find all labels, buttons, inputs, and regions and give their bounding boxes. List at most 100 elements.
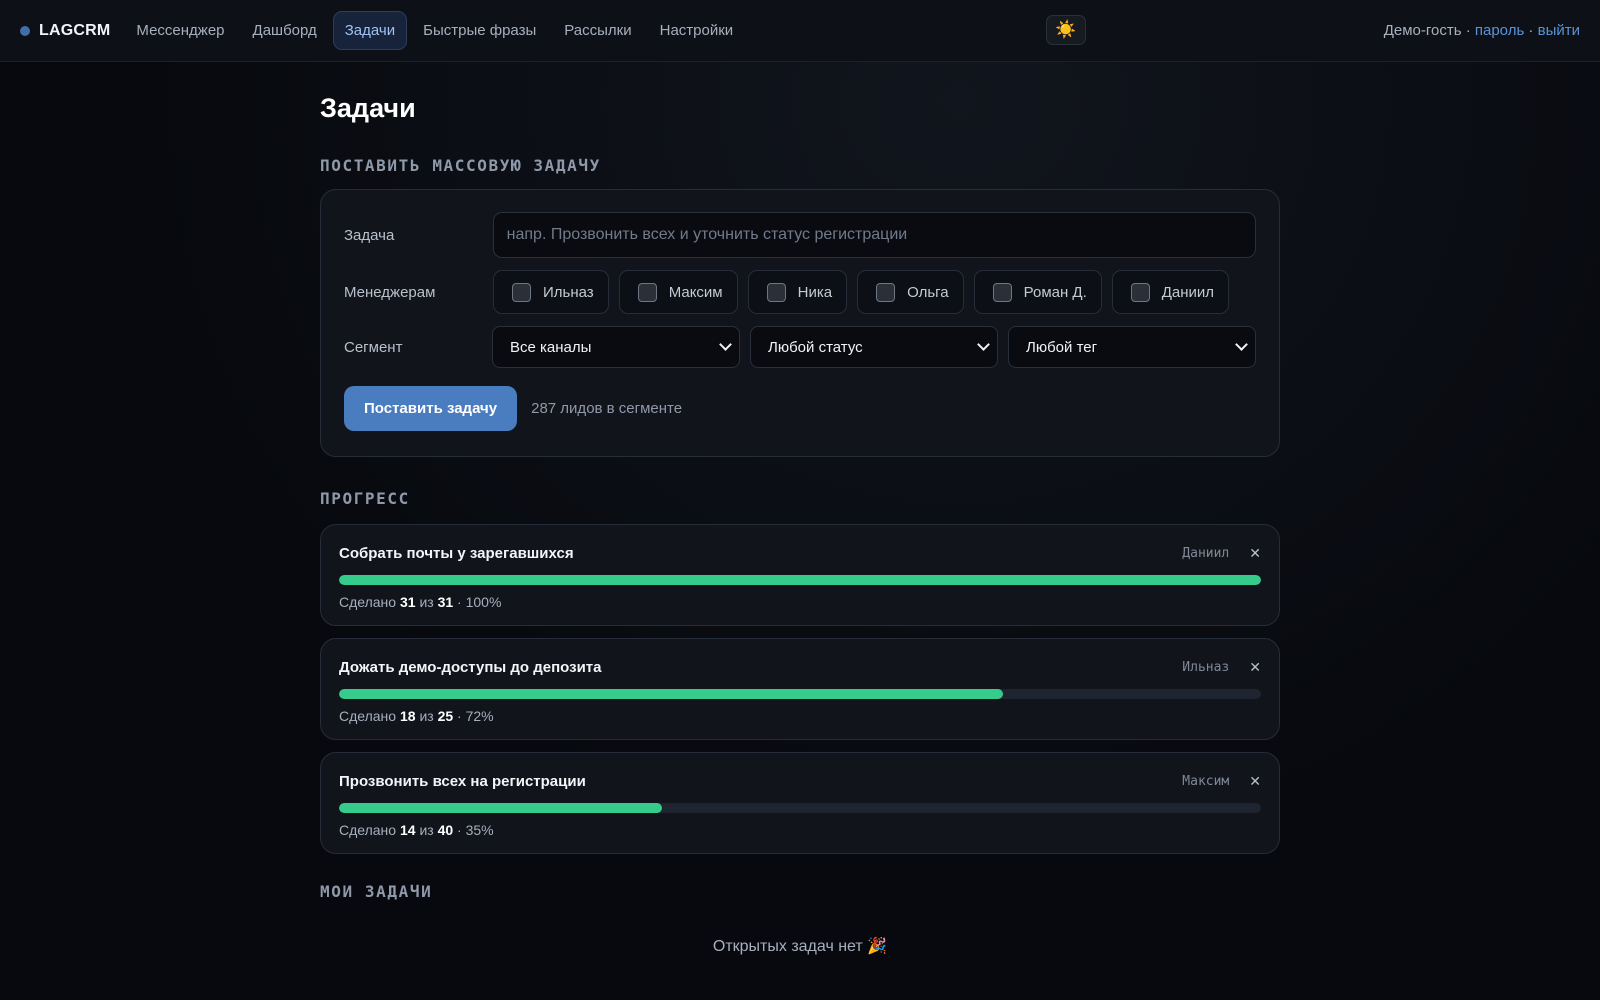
progress-stats: Сделано 18 из 25 · 72%	[339, 708, 494, 724]
theme-toggle-button[interactable]: ☀️	[1046, 15, 1086, 45]
nav-item-mailings[interactable]: Рассылки	[552, 11, 643, 50]
manager-name: Роман Д.	[1023, 283, 1087, 301]
manager-checkbox[interactable]: Ильназ	[493, 270, 609, 314]
nav-item-messenger[interactable]: Мессенджер	[124, 11, 236, 50]
close-icon[interactable]: ✕	[1249, 773, 1261, 790]
close-icon[interactable]: ✕	[1249, 545, 1261, 562]
user-name: Демо-гость	[1383, 22, 1462, 39]
nav-item-tasks[interactable]: Задачи	[332, 11, 408, 50]
done-count: 18	[399, 708, 416, 724]
checkbox-icon[interactable]	[1130, 282, 1150, 302]
segment-row: Сегмент Все каналы Любой статус Любой те…	[344, 326, 1256, 368]
manager-checkbox[interactable]: Роман Д.	[973, 270, 1102, 314]
progress-task-title: Дожать демо-доступы до депозита	[339, 658, 602, 676]
manager-name: Ильназ	[543, 283, 594, 301]
done-prefix: Сделано	[339, 594, 397, 610]
checkbox-icon[interactable]	[766, 282, 786, 302]
manager-name: Максим	[668, 283, 723, 301]
progress-percent: 100%	[465, 594, 502, 610]
brand-name: LAGCRM	[39, 21, 111, 39]
progress-stats: Сделано 31 из 31 · 100%	[339, 594, 502, 610]
manager-checkbox[interactable]: Даниил	[1111, 270, 1230, 314]
channel-select-value: Все каналы	[510, 338, 592, 356]
segment-count: 287 лидов в сегменте	[531, 400, 683, 417]
of-word: из	[419, 708, 434, 724]
page-title: Задачи	[320, 93, 416, 123]
manager-name: Ольга	[907, 283, 949, 301]
user-menu: Демо-гость · пароль · выйти	[1384, 22, 1580, 39]
mass-task-section-title: ПОСТАВИТЬ МАССОВУЮ ЗАДАЧУ	[320, 156, 601, 175]
total-count: 25	[437, 708, 454, 724]
brand-logo[interactable]: LAGCRM	[20, 22, 110, 40]
progress-task-title: Прозвонить всех на регистрации	[339, 772, 586, 790]
progress-section-title: ПРОГРЕСС	[320, 489, 410, 508]
of-word: из	[419, 594, 434, 610]
logout-link[interactable]: выйти	[1538, 22, 1580, 39]
progress-assignee: Ильназ	[1182, 659, 1230, 675]
my-tasks-section-title: МОИ ЗАДАЧИ	[320, 882, 433, 901]
tag-select-value: Любой тег	[1026, 338, 1098, 356]
close-icon[interactable]: ✕	[1249, 659, 1261, 676]
done-count: 31	[399, 594, 416, 610]
mass-task-form: Задача Менеджерам Ильназ Максим Ника Оль…	[320, 189, 1280, 457]
nav-item-quick-phrases[interactable]: Быстрые фразы	[411, 11, 548, 50]
done-count: 14	[399, 822, 416, 838]
progress-percent: 35%	[465, 822, 494, 838]
managers-label: Менеджерам	[344, 283, 436, 301]
empty-state: Открытых задач нет 🎉	[712, 938, 888, 955]
status-select[interactable]: Любой статус	[750, 326, 998, 368]
progress-bar	[339, 803, 1261, 813]
chevron-down-icon	[977, 338, 990, 351]
chevron-down-icon	[1235, 338, 1248, 351]
progress-list: Собрать почты у зарегавшихся Даниил ✕ Сд…	[320, 524, 1280, 854]
manager-name: Ника	[797, 283, 833, 301]
separator: ·	[1461, 22, 1475, 39]
chevron-down-icon	[719, 338, 732, 351]
progress-stats: Сделано 14 из 40 · 35%	[339, 822, 494, 838]
progress-bar-fill	[339, 689, 1003, 699]
progress-percent: 72%	[465, 708, 494, 724]
progress-bar-fill	[339, 575, 1261, 585]
submit-task-button[interactable]: Поставить задачу	[344, 386, 518, 431]
progress-bar-fill	[339, 803, 662, 813]
progress-card: Прозвонить всех на регистрации Максим ✕ …	[320, 752, 1280, 854]
total-count: 31	[437, 594, 454, 610]
task-input[interactable]	[492, 212, 1256, 258]
submit-row: Поставить задачу 287 лидов в сегменте	[344, 386, 1256, 431]
progress-bar	[339, 575, 1261, 585]
of-word: из	[419, 822, 434, 838]
progress-task-title: Собрать почты у зарегавшихся	[339, 544, 574, 562]
managers-checkboxes: Ильназ Максим Ника Ольга Роман Д. Даниил	[493, 270, 1230, 314]
task-row: Задача	[344, 212, 1256, 258]
manager-checkbox[interactable]: Максим	[618, 270, 738, 314]
manager-name: Даниил	[1161, 283, 1215, 301]
main-nav: Мессенджер Дашборд Задачи Быстрые фразы …	[124, 11, 745, 50]
managers-row: Менеджерам Ильназ Максим Ника Ольга Рома…	[344, 270, 1256, 314]
nav-item-dashboard[interactable]: Дашборд	[241, 11, 329, 50]
checkbox-icon[interactable]	[992, 282, 1012, 302]
progress-card: Собрать почты у зарегавшихся Даниил ✕ Сд…	[320, 524, 1280, 626]
sun-icon: ☀️	[1055, 20, 1077, 39]
checkbox-icon[interactable]	[876, 282, 896, 302]
status-select-value: Любой статус	[768, 338, 863, 356]
separator: ·	[1524, 22, 1538, 39]
task-label: Задача	[344, 226, 395, 244]
done-prefix: Сделано	[339, 708, 397, 724]
checkbox-icon[interactable]	[512, 282, 531, 302]
top-nav-bar: LAGCRM Мессенджер Дашборд Задачи Быстрые…	[0, 0, 1600, 62]
progress-bar	[339, 689, 1261, 699]
manager-checkbox[interactable]: Ника	[747, 270, 848, 314]
manager-checkbox[interactable]: Ольга	[857, 270, 964, 314]
checkbox-icon[interactable]	[637, 282, 657, 302]
password-link[interactable]: пароль	[1475, 22, 1524, 39]
progress-card: Дожать демо-доступы до депозита Ильназ ✕…	[320, 638, 1280, 740]
nav-item-settings[interactable]: Настройки	[648, 11, 746, 50]
brand-dot-icon	[20, 25, 30, 36]
segment-label: Сегмент	[344, 338, 403, 356]
total-count: 40	[437, 822, 454, 838]
main-content: Задачи ПОСТАВИТЬ МАССОВУЮ ЗАДАЧУ Задача …	[320, 62, 1280, 956]
progress-assignee: Максим	[1182, 773, 1230, 789]
channel-select[interactable]: Все каналы	[492, 326, 740, 368]
done-prefix: Сделано	[339, 822, 397, 838]
tag-select[interactable]: Любой тег	[1008, 326, 1256, 368]
